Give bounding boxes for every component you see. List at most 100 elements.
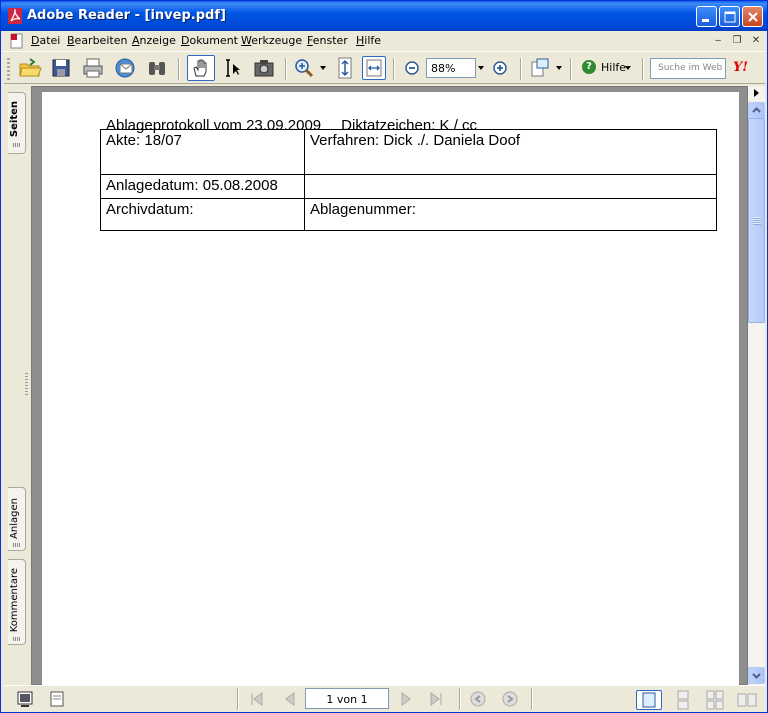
- rotate-view-icon[interactable]: [529, 56, 553, 80]
- status-separator: [531, 688, 533, 710]
- next-page-icon[interactable]: [397, 691, 415, 707]
- last-page-icon[interactable]: [427, 691, 445, 707]
- single-page-layout-button[interactable]: [636, 690, 662, 710]
- facing-layout-icon[interactable]: [734, 690, 760, 710]
- scroll-thumb[interactable]: [748, 118, 765, 323]
- page-thumbnail-icon[interactable]: [16, 690, 34, 708]
- continuous-facing-layout-icon[interactable]: [702, 690, 728, 710]
- web-search-input[interactable]: Suche im Web: [650, 58, 726, 79]
- tab-grip: [13, 143, 21, 147]
- fit-width-button[interactable]: [362, 56, 386, 80]
- continuous-layout-icon[interactable]: [670, 690, 696, 710]
- toolbar-separator: [178, 58, 180, 80]
- table-row: Archivdatum: Ablagenummer:: [100, 198, 717, 231]
- tab-grip: [13, 543, 21, 547]
- search-binoculars-icon[interactable]: [145, 56, 169, 80]
- hand-icon: [193, 59, 207, 77]
- tab-anlagen[interactable]: Anlagen: [8, 487, 26, 551]
- table-cell: [304, 174, 717, 199]
- pdf-page: Ablageprotokoll vom 23.09.2009 Diktatzeic…: [42, 92, 739, 686]
- yahoo-search-icon[interactable]: Y!: [733, 60, 748, 75]
- tab-seiten-label: Seiten: [9, 101, 20, 138]
- open-folder-icon[interactable]: [18, 56, 42, 80]
- toolbar-separator: [570, 58, 572, 80]
- adobe-reader-window: Adobe Reader - [invep.pdf] Datei Bearbei…: [0, 0, 768, 713]
- zoom-level-dropdown-arrow[interactable]: [478, 66, 484, 70]
- help-dropdown-arrow[interactable]: [625, 66, 631, 70]
- tab-seiten[interactable]: Seiten: [8, 92, 26, 154]
- print-icon[interactable]: [81, 56, 105, 80]
- vertical-scrollbar[interactable]: [748, 86, 765, 685]
- navigation-pane: Seiten Anlagen Kommentare: [4, 84, 26, 684]
- table-cell: Anlagedatum: 05.08.2008: [100, 174, 305, 199]
- table-row: Anlagedatum: 05.08.2008: [100, 174, 717, 199]
- menu-werkzeuge[interactable]: Werkzeuge: [241, 34, 302, 47]
- zoom-tool-dropdown-arrow[interactable]: [320, 66, 326, 70]
- document-view[interactable]: Ablageprotokoll vom 23.09.2009 Diktatzeic…: [31, 86, 748, 686]
- help-label: Hilfe: [601, 61, 627, 74]
- table-row: Akte: 18/07 Verfahren: Dick ./. Daniela …: [100, 129, 717, 175]
- rotate-dropdown-arrow[interactable]: [556, 66, 562, 70]
- tab-kommentare-label: Kommentare: [9, 568, 20, 633]
- fit-width-icon: [366, 59, 382, 77]
- menu-dokument[interactable]: Dokument: [181, 34, 238, 47]
- previous-page-icon[interactable]: [281, 691, 299, 707]
- email-icon[interactable]: [113, 56, 137, 80]
- document-restore-button[interactable]: ❐: [730, 34, 744, 48]
- page-number-field[interactable]: 1 von 1: [305, 688, 389, 709]
- status-separator: [459, 688, 461, 710]
- window-title: Adobe Reader - [invep.pdf]: [27, 8, 226, 23]
- scroll-down-button[interactable]: [748, 667, 765, 684]
- table-cell: Akte: 18/07: [100, 129, 305, 175]
- page-options-icon[interactable]: [48, 690, 66, 708]
- menu-fenster[interactable]: Fenster: [307, 34, 348, 47]
- menu-bearbeiten[interactable]: Bearbeiten: [67, 34, 127, 47]
- toolbar-separator: [642, 58, 644, 80]
- pane-splitter[interactable]: [25, 373, 28, 395]
- adobe-reader-icon: [8, 8, 22, 24]
- maximize-button[interactable]: [719, 6, 740, 27]
- tab-anlagen-label: Anlagen: [9, 498, 20, 539]
- menu-bar: Datei Bearbeiten Anzeige Dokument Werkze…: [4, 31, 765, 51]
- save-icon[interactable]: [49, 56, 73, 80]
- document-close-button[interactable]: ✕: [749, 34, 763, 48]
- zoom-in-icon[interactable]: [488, 56, 512, 80]
- menu-anzeige[interactable]: Anzeige: [132, 34, 176, 47]
- minimize-button[interactable]: [696, 6, 717, 27]
- protocol-table: Akte: 18/07 Verfahren: Dick ./. Daniela …: [100, 129, 717, 231]
- zoom-in-tool-icon[interactable]: [292, 56, 316, 80]
- close-button[interactable]: [742, 6, 763, 27]
- previous-view-icon[interactable]: [469, 691, 487, 707]
- pdf-document-icon[interactable]: [9, 33, 25, 49]
- table-cell: Ablagenummer:: [304, 198, 717, 231]
- zoom-out-icon[interactable]: [400, 56, 424, 80]
- scroll-up-button[interactable]: [748, 102, 765, 119]
- snapshot-camera-icon[interactable]: [252, 56, 276, 80]
- toolbar-separator: [520, 58, 522, 80]
- zoom-level-field[interactable]: 88%: [426, 58, 476, 78]
- table-cell: Archivdatum:: [100, 198, 305, 231]
- table-cell: Verfahren: Dick ./. Daniela Doof: [304, 129, 717, 175]
- toolbar-grip[interactable]: [7, 58, 10, 80]
- title-bar[interactable]: Adobe Reader - [invep.pdf]: [1, 1, 767, 31]
- toolbar: 88% ? Hilfe Suche im Web Y!: [4, 51, 765, 84]
- menu-datei[interactable]: Datei: [31, 34, 60, 47]
- document-minimize-button[interactable]: –: [711, 34, 725, 48]
- first-page-icon[interactable]: [248, 691, 266, 707]
- maximize-icon: [724, 11, 736, 23]
- help-question-icon: ?: [582, 60, 596, 74]
- show-pane-arrow-icon[interactable]: [748, 86, 765, 100]
- toolbar-separator: [393, 58, 395, 80]
- fit-height-icon[interactable]: [333, 56, 357, 80]
- tab-kommentare[interactable]: Kommentare: [8, 559, 26, 645]
- tab-grip: [13, 637, 21, 641]
- status-separator: [237, 688, 239, 710]
- close-icon: [748, 12, 758, 22]
- minimize-icon: [702, 19, 709, 22]
- select-text-icon[interactable]: [221, 56, 245, 80]
- next-view-icon[interactable]: [501, 691, 519, 707]
- status-bar: 1 von 1: [4, 685, 765, 711]
- hand-tool-button[interactable]: [187, 55, 215, 81]
- menu-hilfe[interactable]: Hilfe: [356, 34, 381, 47]
- chevron-up-icon: [752, 107, 761, 113]
